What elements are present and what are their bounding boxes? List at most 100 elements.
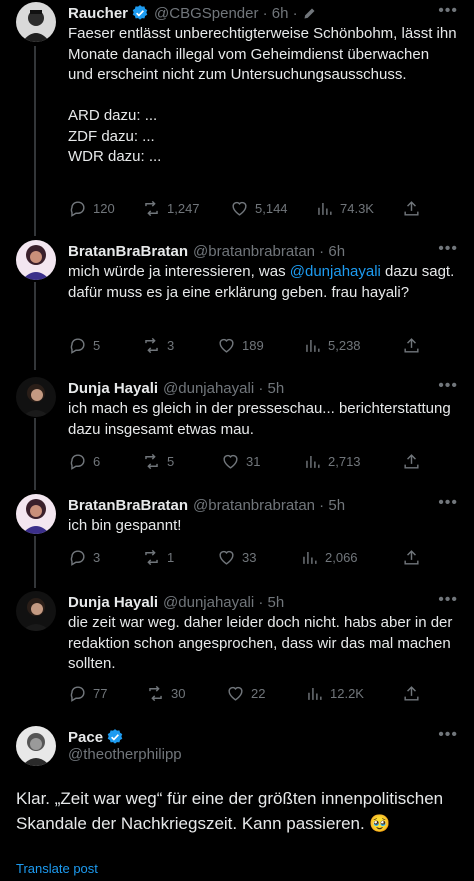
repost-button[interactable]: 30	[146, 682, 185, 704]
like-button[interactable]: 189	[217, 334, 264, 356]
author-handle[interactable]: @dunjahayali · 5h	[163, 594, 284, 611]
views-button[interactable]: 5,238	[303, 334, 361, 356]
author-name[interactable]: Pace	[68, 729, 103, 746]
author-handle[interactable]: @theotherphilipp	[68, 746, 182, 763]
tweet-text-part: mich würde ja interessieren, was	[68, 263, 290, 280]
repost-button[interactable]: 1,247	[142, 197, 200, 219]
heart-icon	[232, 201, 247, 216]
reply-button[interactable]: 5	[68, 334, 100, 356]
repost-count: 1,247	[167, 200, 200, 216]
reply-button[interactable]: 77	[68, 682, 107, 704]
avatar[interactable]	[16, 494, 56, 534]
more-options-icon[interactable]: •••	[438, 591, 458, 609]
heart-icon	[219, 550, 234, 565]
tweet-text: die zeit war weg. daher leider doch nich…	[68, 614, 453, 672]
more-options-icon[interactable]: •••	[438, 377, 458, 395]
heart-icon	[219, 338, 234, 353]
tweet[interactable]: Raucher @CBGSpender · 6h · ••• Faeser en…	[0, 0, 474, 228]
author-handle[interactable]: @CBGSpender · 6h ·	[154, 5, 298, 22]
views-button[interactable]: 2,066	[300, 546, 358, 568]
reply-count: 5	[93, 337, 101, 353]
repost-icon	[145, 549, 158, 565]
repost-count: 30	[171, 685, 186, 701]
repost-count: 5	[167, 453, 175, 469]
reply-count: 120	[93, 200, 115, 216]
tweet-text: ich bin gespannt!	[68, 517, 182, 534]
view-count: 2,066	[325, 549, 358, 565]
more-options-icon[interactable]: •••	[438, 494, 458, 512]
tweet-actions: 77 30 22 12.2K	[68, 682, 458, 704]
like-button[interactable]: 5,144	[230, 197, 288, 219]
tweet[interactable]: BratanBraBratan @bratanbrabratan · 6h ••…	[0, 238, 474, 366]
views-button[interactable]: 2,713	[303, 450, 361, 472]
more-options-icon[interactable]: •••	[438, 726, 458, 744]
like-count: 33	[242, 549, 257, 565]
reply-icon	[70, 337, 85, 354]
views-icon	[308, 687, 322, 700]
more-options-icon[interactable]: •••	[438, 2, 458, 20]
tweet-actions: 120 1,247 5,144 74.3K	[68, 197, 458, 219]
reply-icon	[70, 453, 85, 470]
avatar[interactable]	[16, 2, 56, 42]
repost-icon	[145, 453, 158, 469]
share-button[interactable]	[402, 682, 421, 704]
like-button[interactable]: 31	[221, 450, 260, 472]
repost-button[interactable]: 1	[142, 546, 174, 568]
tweet-actions: 5 3 189 5,238	[68, 334, 458, 356]
repost-button[interactable]: 5	[142, 450, 174, 472]
author-name[interactable]: BratanBraBratan	[68, 497, 188, 514]
like-count: 5,144	[255, 200, 288, 216]
share-button[interactable]	[402, 197, 421, 219]
tweet-text: Faeser entlässt unberechtigterweise Schö…	[68, 25, 457, 165]
tweet[interactable]: Dunja Hayali @dunjahayali · 5h ••• die z…	[0, 589, 474, 711]
author-name[interactable]: Dunja Hayali	[68, 594, 158, 611]
reply-count: 3	[93, 549, 101, 565]
share-icon	[404, 337, 419, 353]
author-handle[interactable]: @bratanbrabratan · 6h	[193, 243, 345, 260]
reply-icon	[70, 549, 85, 566]
reply-button[interactable]: 6	[68, 450, 100, 472]
author-name[interactable]: Dunja Hayali	[68, 380, 158, 397]
author-name[interactable]: Raucher	[68, 5, 128, 22]
like-button[interactable]: 33	[217, 546, 256, 568]
repost-icon	[145, 200, 158, 216]
avatar[interactable]	[16, 240, 56, 280]
tweet-text: ich mach es gleich in der presseschau...…	[68, 400, 451, 438]
share-button[interactable]	[402, 546, 421, 568]
verified-badge-icon	[132, 5, 148, 20]
share-button[interactable]	[402, 450, 421, 472]
share-icon	[404, 685, 419, 701]
repost-button[interactable]: 3	[142, 334, 174, 356]
more-options-icon[interactable]: •••	[438, 240, 458, 258]
reply-count: 77	[93, 685, 108, 701]
mention-link[interactable]: @dunjahayali	[290, 263, 381, 280]
view-count: 74.3K	[340, 200, 374, 216]
tweet[interactable]: Dunja Hayali @dunjahayali · 5h ••• ich m…	[0, 375, 474, 485]
reply-icon	[70, 685, 85, 702]
views-button[interactable]: 74.3K	[315, 197, 374, 219]
tweet-actions: 3 1 33 2,066	[68, 546, 458, 568]
like-button[interactable]: 22	[226, 682, 265, 704]
author-handle[interactable]: @bratanbrabratan · 5h	[193, 497, 345, 514]
repost-icon	[149, 685, 162, 701]
view-count: 5,238	[328, 337, 361, 353]
author-name[interactable]: BratanBraBratan	[68, 243, 188, 260]
like-count: 22	[251, 685, 266, 701]
share-button[interactable]	[402, 334, 421, 356]
tweet-text: mich würde ja interessieren, was @dunjah…	[68, 262, 458, 303]
avatar[interactable]	[16, 726, 56, 766]
author-handle[interactable]: @dunjahayali · 5h	[163, 380, 284, 397]
main-post[interactable]: Pace ••• @theotherphilipp Klar. „Zeit wa…	[0, 724, 474, 881]
edit-icon	[304, 8, 315, 18]
repost-icon	[145, 337, 158, 353]
reply-button[interactable]: 3	[68, 546, 100, 568]
tweet[interactable]: BratanBraBratan @bratanbrabratan · 5h ••…	[0, 492, 474, 582]
views-button[interactable]: 12.2K	[305, 682, 364, 704]
verified-badge-icon	[107, 729, 123, 744]
avatar[interactable]	[16, 377, 56, 417]
reply-button[interactable]: 120	[68, 197, 115, 219]
repost-count: 1	[167, 549, 175, 565]
translate-post-link[interactable]: Translate post	[16, 861, 98, 876]
views-icon	[306, 455, 320, 468]
avatar[interactable]	[16, 591, 56, 631]
